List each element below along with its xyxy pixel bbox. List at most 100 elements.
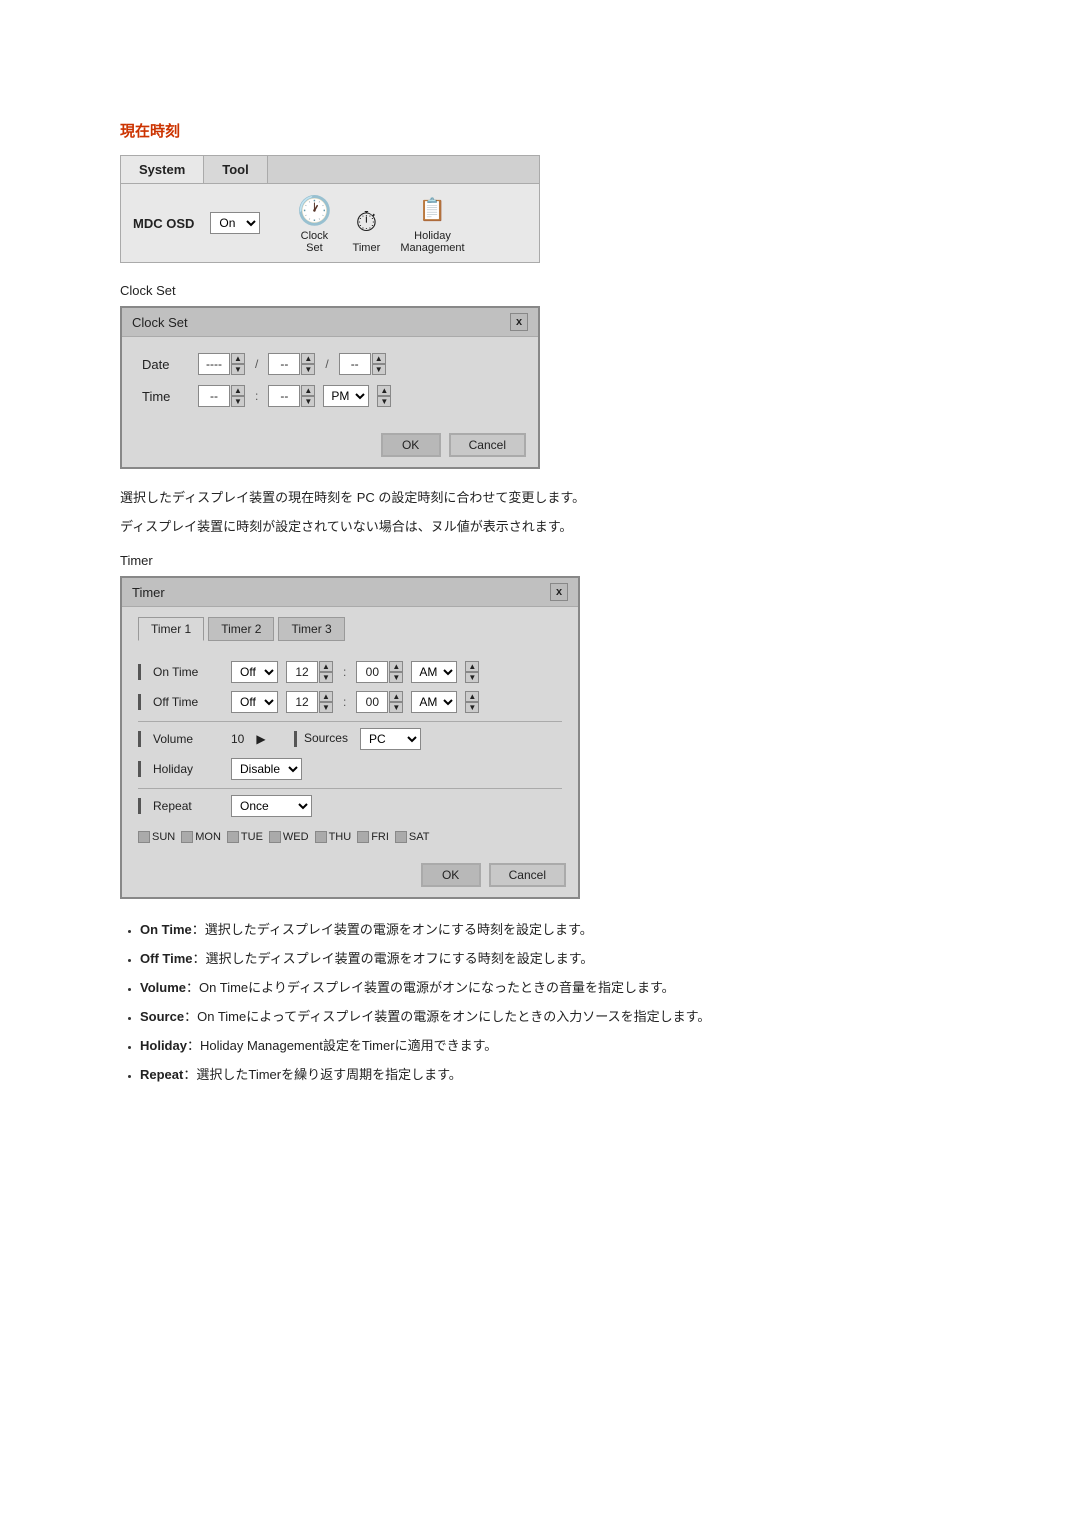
date-up-2[interactable]: ▲	[301, 353, 315, 364]
off-time-ampm-down[interactable]: ▼	[465, 702, 479, 713]
off-time-ampm-up[interactable]: ▲	[465, 691, 479, 702]
off-time-select[interactable]: Off On	[231, 691, 278, 713]
tab-tool[interactable]: Tool	[204, 156, 267, 183]
section-title: 現在時刻	[120, 120, 960, 141]
time-ampm-select[interactable]: PM AM	[323, 385, 369, 407]
on-time-label: On Time	[153, 665, 223, 679]
on-time-ampm-up[interactable]: ▲	[465, 661, 479, 672]
timer-icon-item[interactable]: ⏱ Timer	[348, 204, 384, 254]
day-mon-checkbox[interactable]	[181, 831, 193, 843]
off-time-hour-up[interactable]: ▲	[319, 691, 333, 702]
days-row: SUN MON TUE WED THU FRI	[138, 825, 562, 849]
desc-repeat: 選択したTimerを繰り返す周期を指定します。	[196, 1067, 461, 1082]
time-field-1: -- ▲ ▼	[198, 385, 245, 407]
day-sat-checkbox[interactable]	[395, 831, 407, 843]
on-time-min-down[interactable]: ▼	[389, 672, 403, 683]
date-down-3[interactable]: ▼	[372, 364, 386, 375]
on-time-min-up[interactable]: ▲	[389, 661, 403, 672]
time-sep: :	[253, 389, 260, 403]
clock-set-title-bar: Clock Set x	[122, 308, 538, 337]
day-fri[interactable]: FRI	[357, 831, 389, 843]
clock-set-ok-btn[interactable]: OK	[381, 433, 441, 457]
off-time-min-field: 00 ▲ ▼	[356, 691, 403, 713]
timer-tab-3[interactable]: Timer 3	[278, 617, 344, 641]
time-ampm-down[interactable]: ▼	[377, 396, 391, 407]
repeat-select[interactable]: Once Everyday Mon~Fri Mon~Sat Sat~Sun Ma…	[231, 795, 312, 817]
pipe-holiday	[138, 761, 141, 777]
on-time-hour-up[interactable]: ▲	[319, 661, 333, 672]
timer-section-label: Timer	[120, 553, 960, 568]
bullet-list: On Time：選択したディスプレイ装置の電源をオンにする時刻を設定します。 O…	[140, 919, 960, 1083]
time-down-1[interactable]: ▼	[231, 396, 245, 407]
pipe-on	[138, 664, 141, 680]
timer-tab-1[interactable]: Timer 1	[138, 617, 204, 641]
mdc-osd-select[interactable]: On Off	[210, 212, 260, 234]
day-fri-checkbox[interactable]	[357, 831, 369, 843]
time-ampm-spinner: ▲ ▼	[377, 385, 391, 407]
timer-icon: ⏱	[355, 206, 377, 239]
timer-dialog-title: Timer	[132, 585, 165, 600]
date-down-1[interactable]: ▼	[231, 364, 245, 375]
date-up-1[interactable]: ▲	[231, 353, 245, 364]
day-wed-label: WED	[283, 831, 309, 843]
timer-tab-2[interactable]: Timer 2	[208, 617, 274, 641]
time-up-2[interactable]: ▲	[301, 385, 315, 396]
holiday-select[interactable]: Disable Enable	[231, 758, 302, 780]
mdc-body: MDC OSD On Off 🕐 ClockSet ⏱ Timer 📋 Holi…	[121, 184, 539, 262]
off-time-ampm-select[interactable]: AM PM	[411, 691, 457, 713]
on-time-ampm-down[interactable]: ▼	[465, 672, 479, 683]
on-time-select[interactable]: Off On	[231, 661, 278, 683]
timer-close-btn[interactable]: x	[550, 583, 568, 601]
list-item-volume: Volume：On Timeによりディスプレイ装置の電源がオンになったときの音量…	[140, 977, 960, 996]
day-thu[interactable]: THU	[315, 831, 352, 843]
day-wed[interactable]: WED	[269, 831, 309, 843]
day-sat[interactable]: SAT	[395, 831, 430, 843]
off-time-min-up[interactable]: ▲	[389, 691, 403, 702]
date-up-3[interactable]: ▲	[372, 353, 386, 364]
time-ampm-up[interactable]: ▲	[377, 385, 391, 396]
off-time-row: Off Time Off On 12 ▲ ▼ : 00 ▲ ▼	[138, 691, 562, 713]
clock-set-section-label: Clock Set	[120, 283, 960, 298]
day-sun-checkbox[interactable]	[138, 831, 150, 843]
day-thu-checkbox[interactable]	[315, 831, 327, 843]
term-holiday: Holiday	[140, 1038, 187, 1053]
clock-set-icon-item[interactable]: 🕐 ClockSet	[296, 192, 332, 254]
day-wed-checkbox[interactable]	[269, 831, 281, 843]
colon-source: ：	[184, 1009, 197, 1024]
date-val-2: --	[268, 353, 300, 375]
list-item-holiday: Holiday：Holiday Management設定をTimerに適用できま…	[140, 1035, 960, 1054]
sources-select[interactable]: PC HDMI	[360, 728, 421, 750]
clock-set-close-btn[interactable]: x	[510, 313, 528, 331]
volume-arrow[interactable]: ▶	[256, 732, 265, 746]
on-time-min-spinner: ▲ ▼	[389, 661, 403, 683]
day-tue-checkbox[interactable]	[227, 831, 239, 843]
on-time-hour-down[interactable]: ▼	[319, 672, 333, 683]
time-up-1[interactable]: ▲	[231, 385, 245, 396]
time-spinner-2: ▲ ▼	[301, 385, 315, 407]
desc-off-time: 選択したディスプレイ装置の電源をオフにする時刻を設定します。	[206, 951, 594, 966]
day-tue-label: TUE	[241, 831, 263, 843]
time-val-2: --	[268, 385, 300, 407]
off-time-hour-down[interactable]: ▼	[319, 702, 333, 713]
time-row: Time -- ▲ ▼ : -- ▲ ▼ PM AM ▲	[142, 385, 518, 407]
day-mon[interactable]: MON	[181, 831, 221, 843]
time-down-2[interactable]: ▼	[301, 396, 315, 407]
timer-cancel-btn[interactable]: Cancel	[489, 863, 566, 887]
volume-label: Volume	[153, 732, 223, 746]
desc-on-time: 選択したディスプレイ装置の電源をオンにする時刻を設定します。	[205, 922, 593, 937]
day-sun[interactable]: SUN	[138, 831, 175, 843]
repeat-row: Repeat Once Everyday Mon~Fri Mon~Sat Sat…	[138, 795, 562, 817]
volume-value: 10	[231, 732, 244, 746]
term-source: Source	[140, 1009, 184, 1024]
clock-set-cancel-btn[interactable]: Cancel	[449, 433, 526, 457]
off-time-min-down[interactable]: ▼	[389, 702, 403, 713]
on-time-hour-field: 12 ▲ ▼	[286, 661, 333, 683]
day-tue[interactable]: TUE	[227, 831, 263, 843]
timer-ok-btn[interactable]: OK	[421, 863, 481, 887]
holiday-icon-item[interactable]: 📋 HolidayManagement	[400, 192, 464, 254]
date-down-2[interactable]: ▼	[301, 364, 315, 375]
pipe-off	[138, 694, 141, 710]
term-volume: Volume	[140, 980, 186, 995]
on-time-ampm-select[interactable]: AM PM	[411, 661, 457, 683]
tab-system[interactable]: System	[121, 156, 204, 183]
